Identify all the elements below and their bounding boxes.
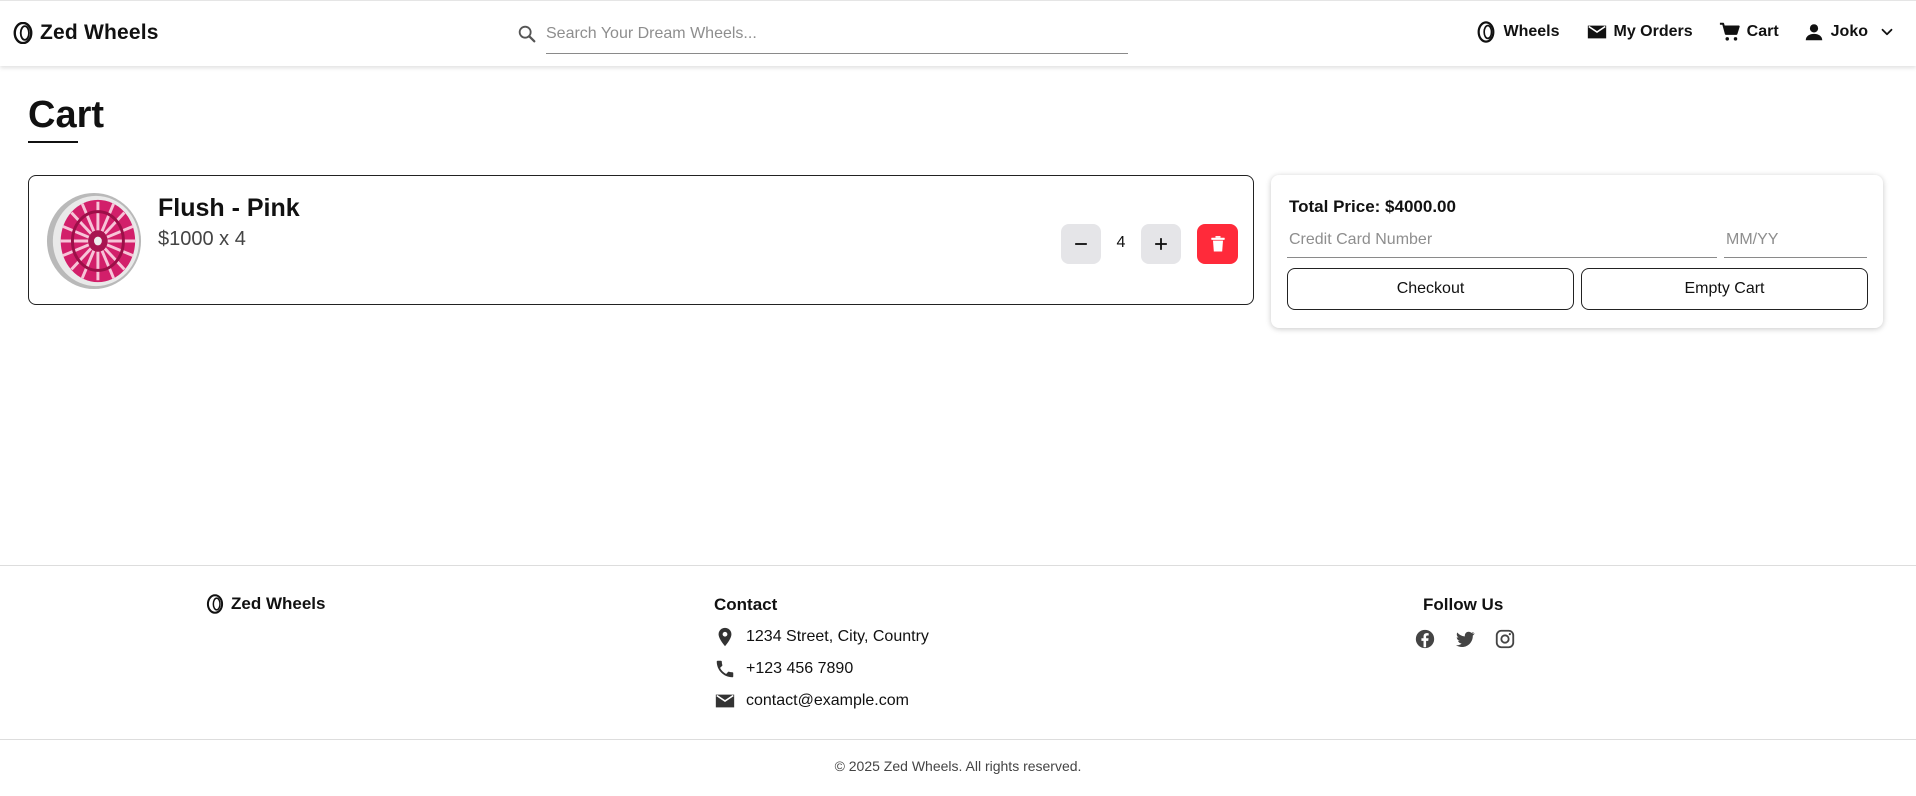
search-bar [512, 19, 1128, 55]
tire-icon [206, 594, 224, 614]
cart-item: Flush - Pink $1000 x 4 4 [28, 175, 1254, 305]
address-text: 1234 Street, City, Country [746, 628, 929, 645]
nav-orders-label: My Orders [1613, 23, 1693, 40]
total-price: Total Price: $4000.00 [1289, 197, 1456, 216]
minus-icon [1075, 243, 1087, 245]
twitter-icon[interactable] [1454, 628, 1476, 650]
copyright-text: © 2025 Zed Wheels. All rights reserved. [834, 758, 1082, 774]
brand-link[interactable]: Zed Wheels [12, 21, 159, 45]
title-underline [28, 141, 78, 143]
mail-icon [1587, 25, 1606, 39]
footer: Zed Wheels Contact 1234 Street, City, Co… [0, 565, 1916, 796]
user-icon [1805, 24, 1822, 41]
trash-icon [1210, 236, 1225, 252]
footer-divider [0, 739, 1916, 740]
order-summary: Total Price: $4000.00 Checkout Empty Car… [1271, 175, 1883, 328]
instagram-icon[interactable] [1494, 628, 1516, 650]
nav-links: Wheels My Orders Cart Joko [1449, 21, 1896, 43]
nav-cart[interactable]: Cart [1719, 21, 1779, 43]
search-icon [518, 25, 536, 43]
plus-icon [1155, 238, 1167, 250]
navbar: Zed Wheels Wheels My O [0, 0, 1916, 66]
follow-heading: Follow Us [1423, 595, 1504, 614]
contact-email: contact@example.com [714, 690, 909, 712]
nav-cart-label: Cart [1746, 23, 1779, 40]
user-name: Joko [1830, 23, 1868, 40]
tire-icon [1478, 21, 1495, 43]
credit-card-input[interactable] [1287, 222, 1717, 258]
footer-brand: Zed Wheels [205, 594, 325, 614]
product-name[interactable]: Flush - Pink [158, 194, 300, 223]
expiry-input[interactable] [1724, 222, 1867, 258]
contact-heading: Contact [714, 595, 778, 614]
decrease-quantity-button[interactable] [1061, 224, 1101, 264]
social-links [1414, 628, 1516, 650]
facebook-icon[interactable] [1414, 628, 1436, 650]
checkout-button[interactable]: Checkout [1287, 268, 1574, 310]
page: Zed Wheels Wheels My O [0, 0, 1916, 796]
contact-address: 1234 Street, City, Country [714, 626, 929, 648]
location-pin-icon [718, 627, 732, 647]
footer-brand-name: Zed Wheels [231, 594, 326, 613]
search-input[interactable] [546, 19, 1128, 54]
increase-quantity-button[interactable] [1141, 224, 1181, 264]
cart-icon [1719, 22, 1740, 41]
product-image[interactable] [45, 192, 143, 290]
empty-cart-button[interactable]: Empty Cart [1581, 268, 1868, 310]
brand-name: Zed Wheels [40, 21, 159, 44]
nav-my-orders[interactable]: My Orders [1586, 21, 1693, 43]
page-title: Cart [28, 94, 105, 136]
user-menu[interactable]: Joko [1803, 21, 1896, 43]
product-price: $1000 x 4 [158, 228, 246, 250]
nav-wheels-label: Wheels [1503, 23, 1560, 40]
phone-text: +123 456 7890 [746, 660, 854, 677]
phone-icon [716, 660, 734, 678]
chevron-down-icon [1881, 28, 1893, 36]
email-text[interactable]: contact@example.com [746, 692, 909, 710]
nav-wheels[interactable]: Wheels [1475, 21, 1560, 43]
quantity-value: 4 [1116, 234, 1126, 251]
delete-item-button[interactable] [1197, 224, 1238, 264]
mail-icon [715, 694, 735, 708]
tire-icon [13, 22, 33, 44]
contact-phone: +123 456 7890 [714, 658, 853, 680]
